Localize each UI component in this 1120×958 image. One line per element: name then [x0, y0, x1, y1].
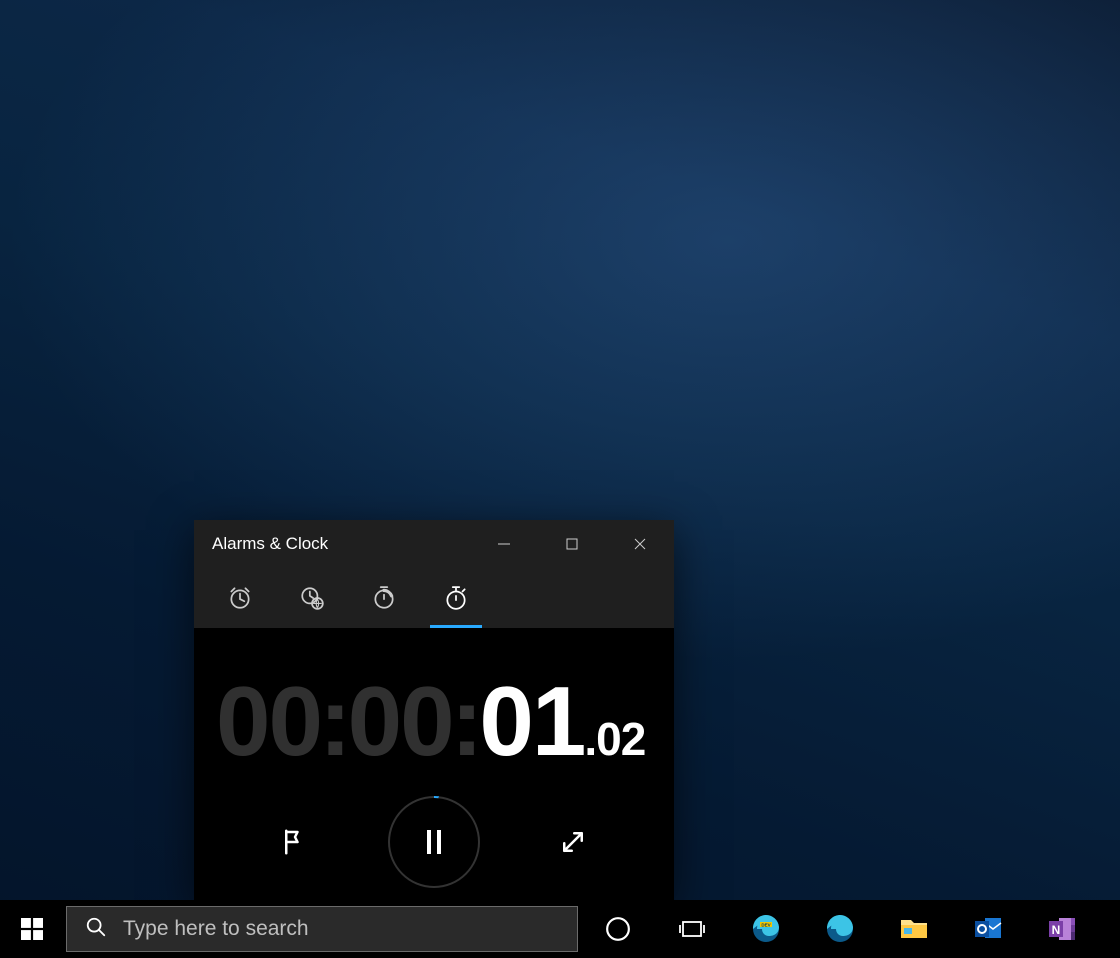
svg-text:DEV: DEV	[761, 923, 770, 928]
close-button[interactable]	[606, 520, 674, 568]
colon: :	[319, 672, 350, 770]
stopwatch-content: 00 : 00 : 01 . 02	[194, 628, 674, 900]
edge-dev-icon: DEV	[751, 914, 781, 944]
colon: :	[451, 672, 482, 770]
maximize-button[interactable]	[538, 520, 606, 568]
edge-icon	[825, 914, 855, 944]
cortana-button[interactable]	[600, 911, 636, 947]
stopwatch-controls	[194, 796, 674, 888]
lap-button[interactable]	[272, 819, 318, 865]
tab-timer[interactable]	[348, 568, 420, 628]
seconds-value: 01	[479, 672, 584, 770]
world-clock-icon	[299, 585, 325, 611]
timer-icon	[371, 585, 397, 611]
outlook-icon	[973, 915, 1003, 943]
outlook-app[interactable]	[970, 911, 1006, 947]
hours-value: 00	[216, 672, 321, 770]
svg-text:N: N	[1052, 923, 1061, 937]
file-explorer-app[interactable]	[896, 911, 932, 947]
task-view-button[interactable]	[674, 911, 710, 947]
maximize-icon	[566, 538, 578, 550]
titlebar[interactable]: Alarms & Clock	[194, 520, 674, 568]
alarm-clock-icon	[227, 585, 253, 611]
onenote-icon: N	[1047, 915, 1077, 943]
tab-world-clock[interactable]	[276, 568, 348, 628]
taskbar: DEV	[0, 900, 1120, 958]
tab-alarm[interactable]	[204, 568, 276, 628]
dot: .	[584, 716, 596, 762]
search-input[interactable]	[123, 917, 577, 941]
edge-dev-app[interactable]: DEV	[748, 911, 784, 947]
cortana-icon	[605, 916, 631, 942]
onenote-app[interactable]: N	[1044, 911, 1080, 947]
taskbar-search[interactable]	[66, 906, 578, 952]
alarms-clock-window: Alarms & Clock	[194, 520, 674, 900]
pause-button[interactable]	[388, 796, 480, 888]
folder-icon	[899, 916, 929, 942]
stopwatch-time: 00 : 00 : 01 . 02	[194, 672, 674, 770]
hundredths-value: 02	[596, 716, 645, 762]
windows-logo-icon	[21, 918, 43, 940]
expand-button[interactable]	[550, 819, 596, 865]
minutes-value: 00	[348, 672, 453, 770]
tab-bar	[194, 568, 674, 628]
minimize-icon	[498, 538, 510, 550]
task-view-icon	[678, 917, 706, 941]
search-icon	[85, 916, 107, 943]
pause-icon	[423, 828, 445, 856]
flag-icon	[280, 827, 310, 857]
minimize-button[interactable]	[470, 520, 538, 568]
expand-icon	[558, 827, 588, 857]
taskbar-items: DEV	[578, 900, 1120, 958]
window-title: Alarms & Clock	[212, 534, 470, 554]
edge-app[interactable]	[822, 911, 858, 947]
stopwatch-icon	[443, 585, 469, 611]
close-icon	[634, 538, 646, 550]
start-button[interactable]	[0, 900, 64, 958]
tab-stopwatch[interactable]	[420, 568, 492, 628]
